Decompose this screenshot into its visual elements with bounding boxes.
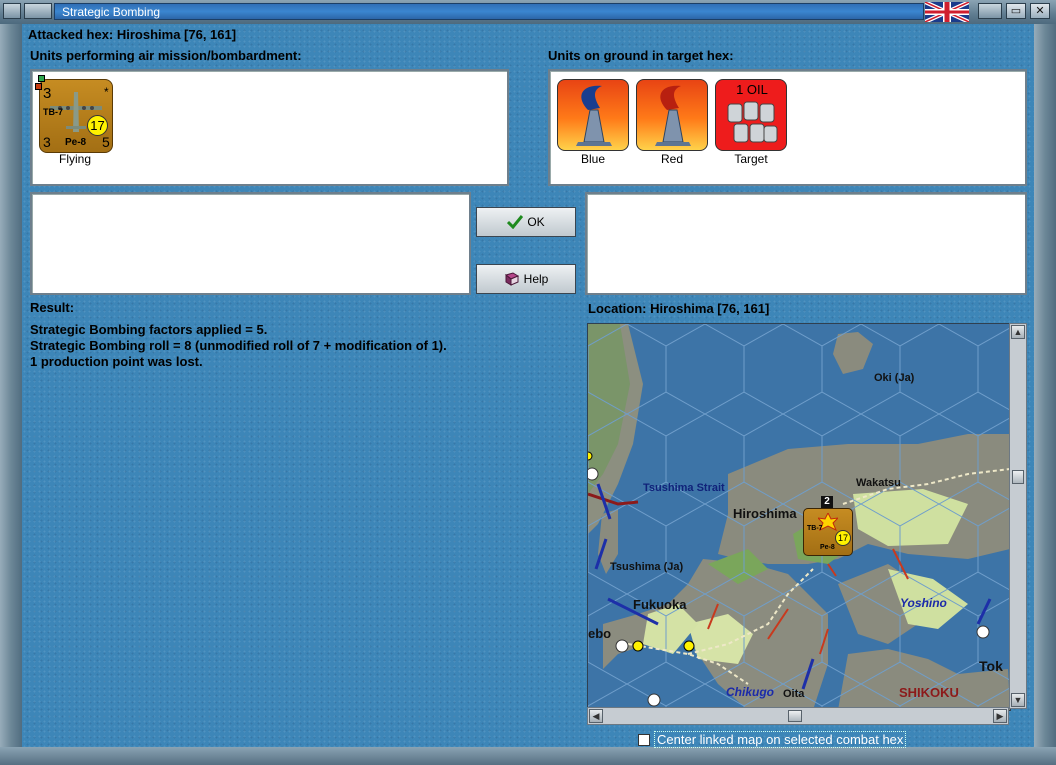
system-menu-button[interactable] [3, 3, 21, 19]
defender-details-panel [585, 192, 1027, 295]
help-button-label: Help [523, 272, 549, 286]
map-label-oki: Oki (Ja) [874, 372, 915, 384]
vertical-scroll-thumb[interactable] [1012, 470, 1024, 484]
help-button[interactable]: Help [476, 264, 576, 294]
bottom-border [0, 747, 1056, 765]
map-label-oita: Oita [783, 688, 805, 700]
map-range-badge: 17 [835, 530, 851, 546]
map-label-wakatsu: Wakatsu [856, 477, 901, 489]
help-book-icon [504, 272, 519, 286]
result-line-2: Strategic Bombing roll = 8 (unmodified r… [30, 338, 447, 353]
scroll-up-arrow-icon[interactable]: ▲ [1011, 325, 1025, 339]
map-terrain [588, 324, 1010, 710]
factory-chimney-icon [576, 85, 612, 146]
scroll-left-arrow-icon[interactable]: ◀ [589, 709, 603, 723]
window-title: Strategic Bombing [62, 5, 161, 19]
result-line-1: Strategic Bombing factors applied = 5. [30, 322, 268, 337]
map-label-hiroshima: Hiroshima [733, 506, 797, 521]
ground-unit-caption-blue: Blue [580, 152, 606, 166]
window-frame: Strategic Bombing ▭ ✕ Attacked hex: Hiro… [0, 0, 1056, 765]
center-map-checkbox-label[interactable]: Center linked map on selected combat hex [654, 731, 907, 748]
map-label-tsushima-strait: Tsushima Strait [643, 482, 725, 494]
air-units-label: Units performing air mission/bombardment… [30, 48, 302, 63]
ground-unit-target[interactable]: 1 OIL [715, 79, 787, 151]
attacker-details-panel [30, 192, 471, 295]
left-border [0, 24, 22, 747]
ground-units-label: Units on ground in target hex: [548, 48, 734, 63]
map-unit-counter[interactable]: TB-7 17 Pe-8 [803, 508, 853, 556]
horizontal-scroll-thumb[interactable] [788, 710, 802, 722]
range-badge: 17 [87, 115, 108, 136]
location-map[interactable]: Oki (Ja) Tsushima Strait Wakatsu Hiroshi… [587, 323, 1011, 711]
aircraft-name: Pe-8 [65, 137, 87, 148]
ground-unit-caption-red: Red [660, 152, 683, 166]
map-label-chikugo: Chikugo [726, 685, 774, 699]
stack-count-badge: 2 [821, 496, 833, 508]
close-button[interactable]: ✕ [1030, 3, 1050, 19]
factory-chimney-icon [655, 85, 691, 146]
ground-units-panel: Blue Red 1 OIL Target [548, 69, 1027, 186]
attacked-hex-label: Attacked hex: Hiroshima [76, 161] [28, 27, 237, 42]
ground-unit-red[interactable] [636, 79, 708, 151]
air-units-panel: 3 * TB-7 17 3 Pe-8 5 Flying [30, 69, 509, 186]
location-label: Location: Hiroshima [76, 161] [588, 301, 770, 316]
result-label: Result: [30, 300, 75, 315]
map-label-ebo: ebo [588, 626, 612, 641]
map-horizontal-scrollbar[interactable]: ◀ ▶ [587, 707, 1009, 725]
scroll-down-arrow-icon[interactable]: ▼ [1011, 693, 1025, 707]
map-aircraft-type: TB-7 [807, 525, 823, 532]
air-unit-caption: Flying [58, 152, 91, 166]
map-vertical-scrollbar[interactable]: ▲ ▼ [1009, 323, 1027, 709]
map-label-fukuoka: Fukuoka [633, 597, 687, 612]
map-aircraft-name: Pe-8 [820, 544, 835, 551]
air-factor: 3 [43, 85, 52, 102]
oil-barrels-icon [727, 101, 778, 143]
title-grip [24, 3, 52, 19]
map-label-tsushima: Tsushima (Ja) [610, 561, 684, 573]
minimize-button[interactable]: ▭ [1006, 3, 1026, 19]
map-label-shikoku: SHIKOKU [899, 685, 959, 700]
dialog-content: Attacked hex: Hiroshima [76, 161] Units … [22, 24, 1034, 748]
bomb-factor: 5 [102, 134, 110, 150]
status-marker-icon [38, 75, 45, 82]
star-marker: * [104, 85, 109, 99]
map-label-tok: Tok [979, 658, 1003, 674]
union-jack-flag-icon [925, 2, 969, 22]
scroll-right-arrow-icon[interactable]: ▶ [993, 709, 1007, 723]
right-border [1034, 24, 1056, 747]
title-bar: Strategic Bombing ▭ ✕ [0, 0, 1056, 25]
ground-unit-blue[interactable] [557, 79, 629, 151]
result-line-3: 1 production point was lost. [30, 354, 203, 369]
air-unit-counter[interactable]: 3 * TB-7 17 3 Pe-8 5 [35, 75, 113, 153]
target-resource-text: 1 OIL [736, 82, 768, 97]
title-box [54, 3, 924, 20]
ground-unit-caption-target: Target [734, 152, 768, 166]
map-label-yoshino: Yoshino [900, 596, 947, 610]
center-map-checkbox[interactable] [638, 734, 650, 746]
checkmark-icon [507, 215, 524, 229]
ok-button-label: OK [527, 215, 545, 229]
aircraft-type: TB-7 [43, 107, 63, 117]
defense-factor: 3 [43, 134, 51, 150]
status-marker-icon [35, 83, 42, 90]
ok-button[interactable]: OK [476, 207, 576, 237]
title-grip-right [978, 3, 1002, 19]
